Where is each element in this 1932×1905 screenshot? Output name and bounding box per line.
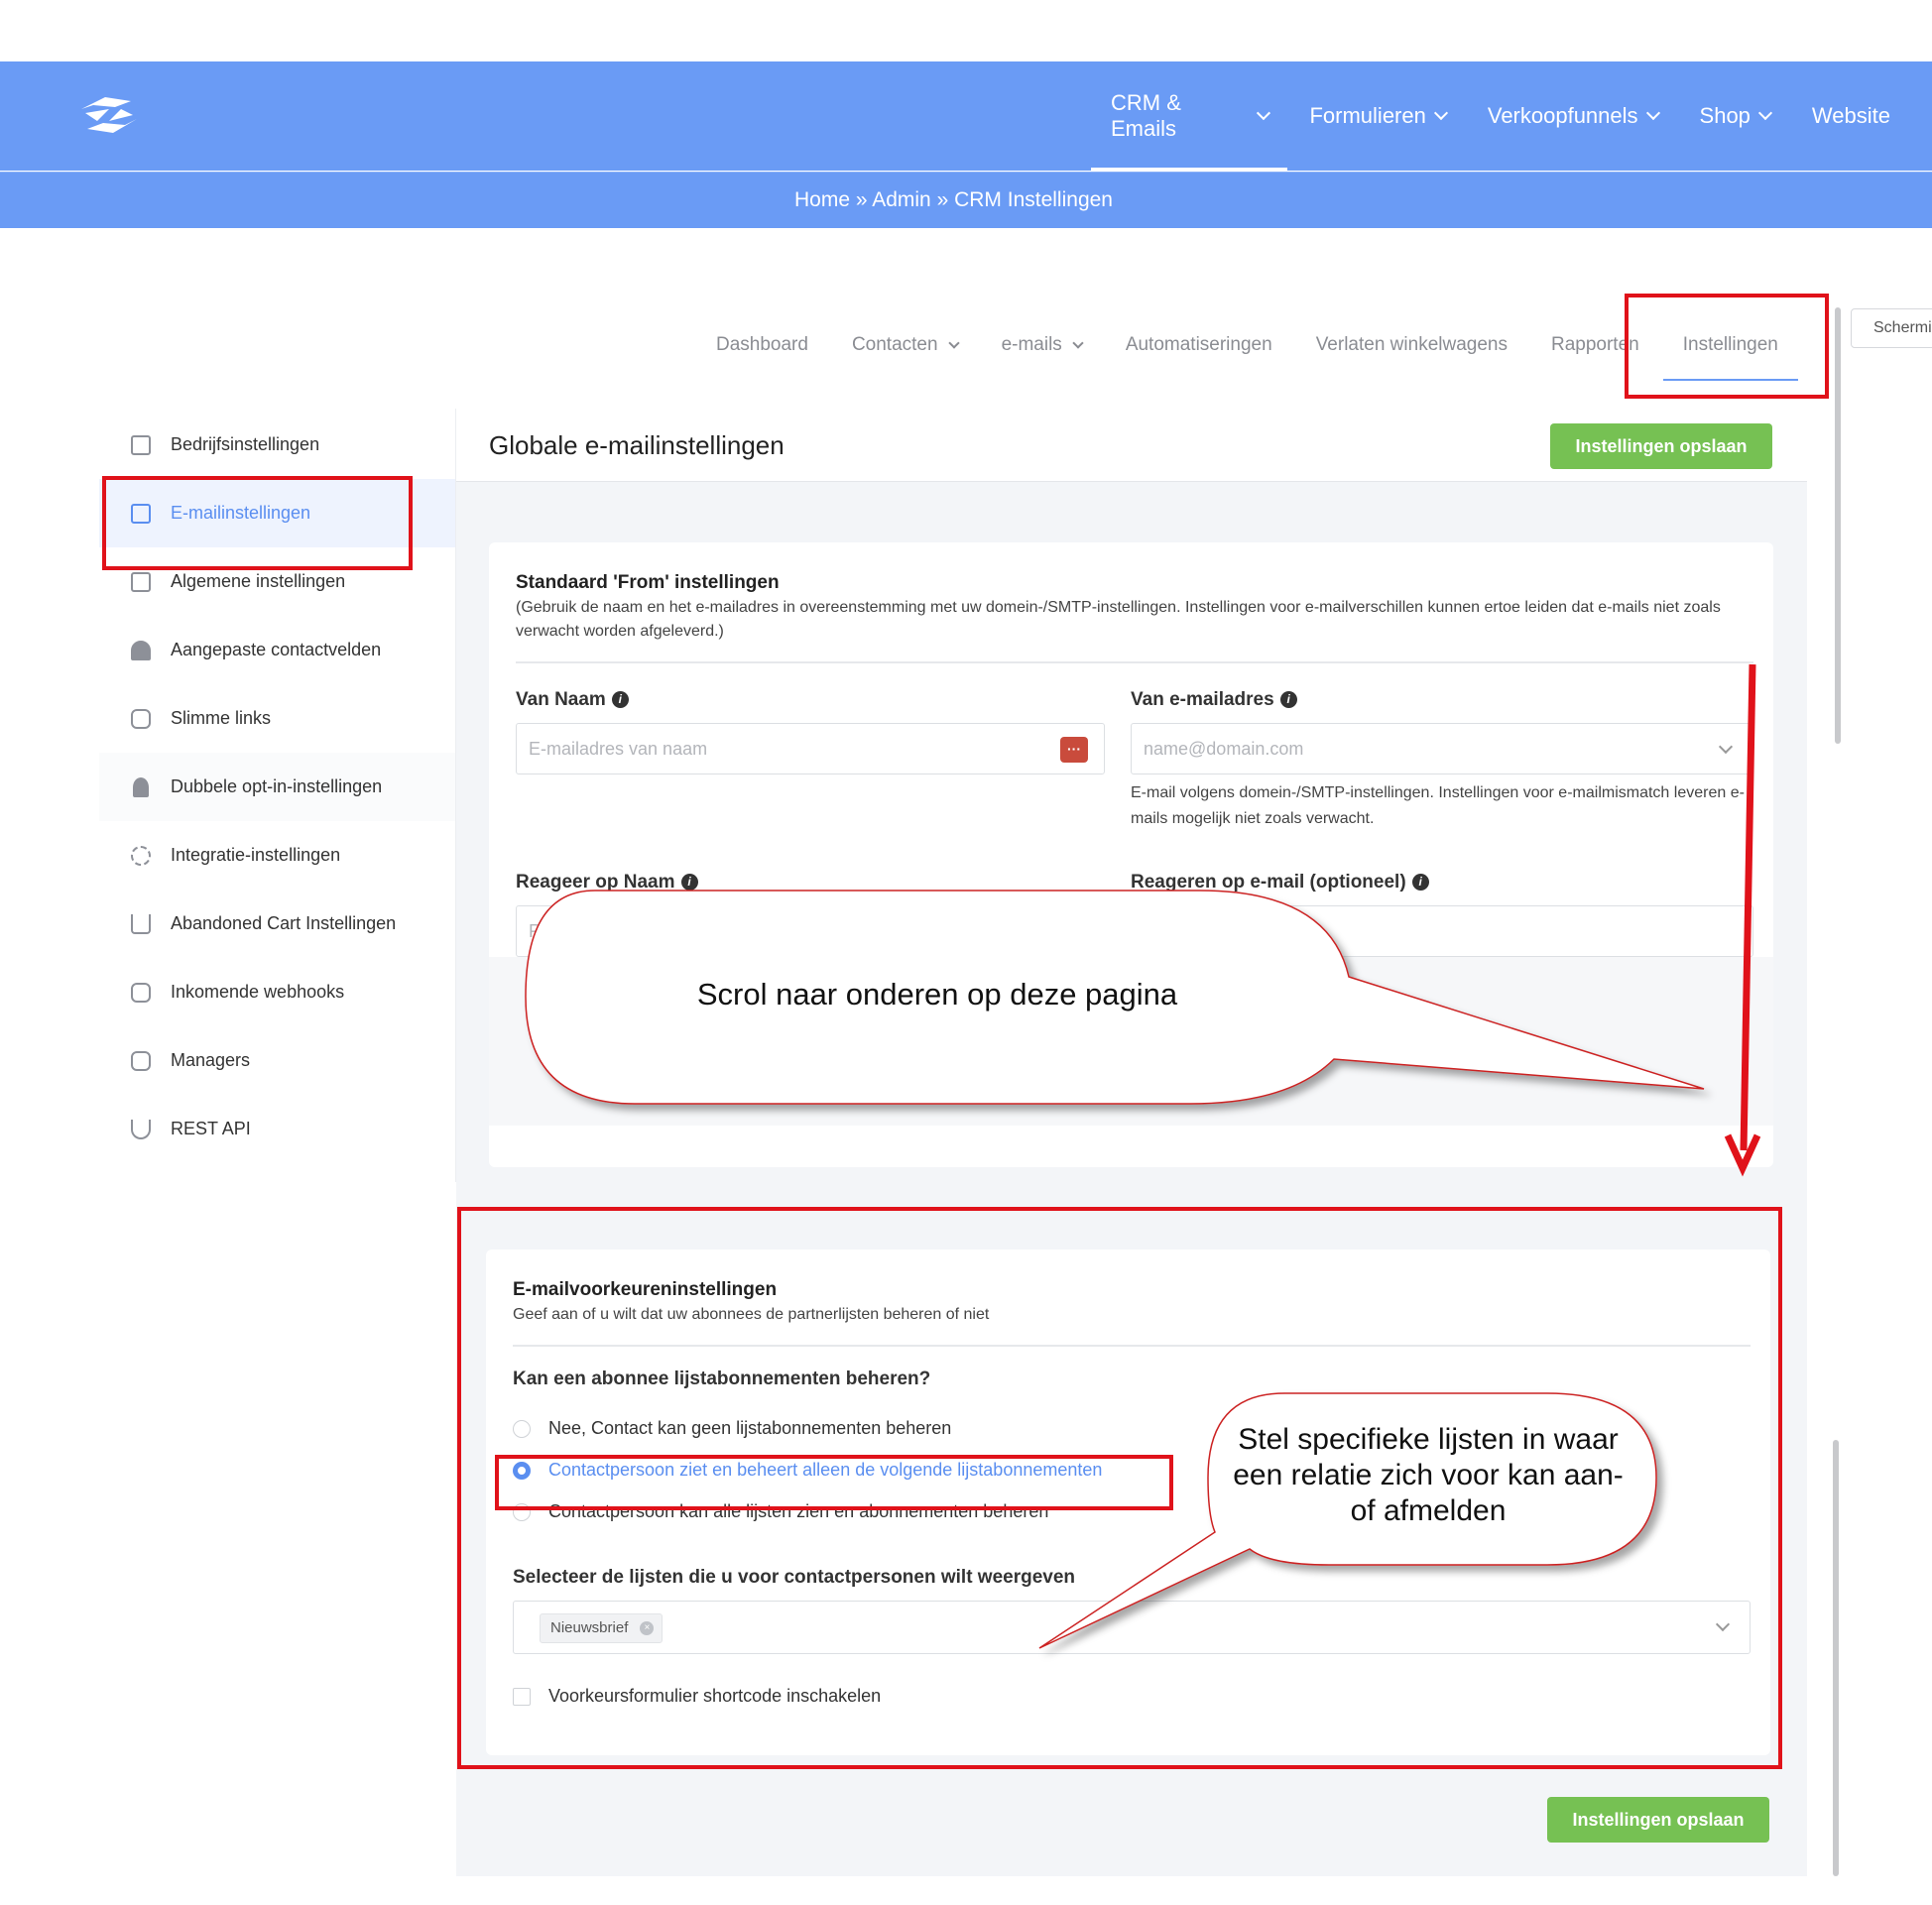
callout-scroll-text: Scrol naar onderen op deze pagina [696,977,1178,1012]
scroll-arrow-shaft [1740,663,1756,1151]
annotation-layer [525,663,1761,1649]
callout-lists-text: Stel specifieke lijsten in waar een rela… [1233,1423,1624,1527]
